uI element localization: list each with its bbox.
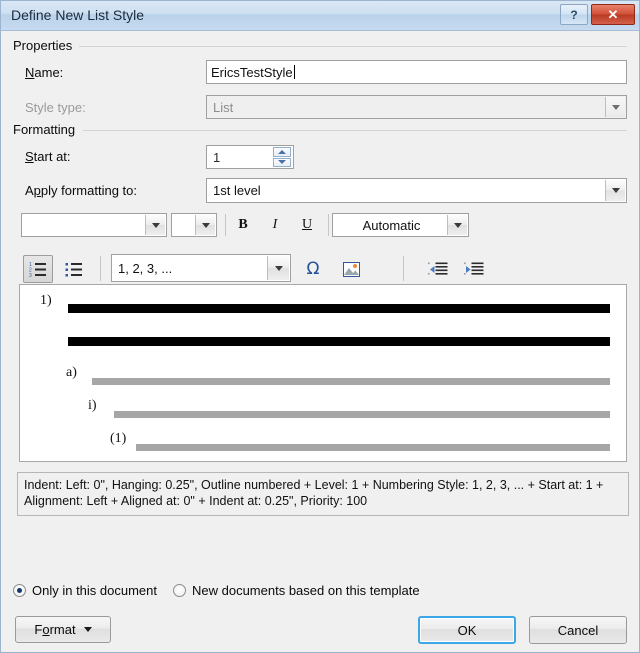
- insert-symbol-button[interactable]: Ω: [299, 255, 327, 283]
- properties-group-label: Properties: [13, 38, 79, 53]
- preview-marker-level-4: (1): [110, 431, 127, 446]
- preview-bar: [92, 378, 610, 385]
- name-input[interactable]: EricsTestStyle: [206, 60, 627, 84]
- preview-marker-level-1: 1): [40, 293, 52, 308]
- font-name-combo[interactable]: [21, 213, 167, 237]
- start-at-value: 1: [213, 149, 221, 165]
- bulleted-list-icon: [65, 263, 82, 277]
- style-type-label: Style type:: [25, 100, 86, 115]
- chevron-down-icon[interactable]: [605, 180, 625, 201]
- spinner-buttons[interactable]: [273, 147, 291, 167]
- formatting-group-label: Formatting: [13, 122, 82, 137]
- bulleted-list-button[interactable]: [59, 255, 89, 283]
- style-description: Indent: Left: 0", Hanging: 0.25", Outlin…: [17, 472, 629, 516]
- apply-label-a: A: [25, 183, 34, 198]
- numbered-list-button[interactable]: 1 2 3: [23, 255, 53, 283]
- underline-button[interactable]: U: [293, 213, 321, 237]
- apply-label-rest: ply formatting to:: [40, 183, 138, 198]
- name-input-value: EricsTestStyle: [211, 64, 293, 80]
- format-button-f: F: [34, 622, 43, 637]
- apply-formatting-to-combo[interactable]: 1st level: [206, 178, 627, 203]
- svg-text:3: 3: [29, 273, 32, 277]
- name-label-rest: ame:: [34, 65, 64, 80]
- toolbar-separator: [403, 256, 404, 281]
- format-button-rest: rmat: [49, 622, 76, 637]
- style-type-combo: List: [206, 95, 627, 119]
- ok-button[interactable]: OK: [418, 616, 516, 644]
- font-size-combo[interactable]: [171, 213, 217, 237]
- format-button-accel: o: [42, 622, 50, 637]
- preview-bar: [136, 444, 610, 451]
- window-controls: ? ✕: [560, 4, 635, 25]
- chevron-down-icon[interactable]: [145, 215, 165, 235]
- bold-button[interactable]: B: [229, 213, 257, 237]
- title-bar: Define New List Style ? ✕: [1, 1, 639, 31]
- text-caret: [293, 65, 295, 79]
- window-title: Define New List Style: [11, 7, 145, 23]
- apply-formatting-to-value: 1st level: [213, 183, 261, 198]
- define-new-list-style-dialog: Define New List Style ? ✕ Properties Nam…: [0, 0, 640, 653]
- start-at-label-accel: S: [25, 149, 34, 164]
- number-style-combo[interactable]: 1, 2, 3, ...: [111, 254, 291, 282]
- help-button[interactable]: ?: [560, 4, 588, 25]
- close-button[interactable]: ✕: [591, 4, 635, 25]
- number-style-value: 1, 2, 3, ...: [118, 260, 173, 276]
- decrease-indent-icon: [428, 262, 448, 275]
- chevron-down-icon: [605, 97, 625, 117]
- cancel-button[interactable]: Cancel: [529, 616, 627, 644]
- properties-group-divider: [79, 46, 627, 47]
- apply-label-accel: p: [33, 183, 41, 198]
- radio-new-documents[interactable]: New documents based on this template: [173, 583, 420, 598]
- name-label: Name:: [25, 65, 63, 80]
- toolbar-separator: [100, 256, 101, 281]
- spinner-up-icon[interactable]: [273, 147, 291, 157]
- dialog-body: Properties Name: EricsTestStyle Style ty…: [1, 32, 639, 652]
- insert-picture-button[interactable]: [337, 255, 365, 283]
- chevron-down-icon: [83, 627, 92, 632]
- style-type-value: List: [213, 99, 234, 115]
- font-color-value: Automatic: [362, 217, 421, 233]
- start-at-spinner[interactable]: 1: [206, 145, 294, 169]
- chevron-down-icon[interactable]: [195, 215, 215, 235]
- radio-only-this-document[interactable]: Only in this document: [13, 583, 157, 598]
- formatting-group-divider: [83, 130, 627, 131]
- font-color-combo[interactable]: Automatic: [332, 213, 469, 237]
- start-at-label: Start at:: [25, 149, 71, 164]
- preview-bar: [114, 411, 610, 418]
- name-label-accel: N: [25, 65, 35, 80]
- toolbar-separator: [328, 214, 329, 236]
- decrease-indent-button[interactable]: [423, 255, 453, 283]
- start-at-label-rest: tart at:: [33, 149, 71, 164]
- numbered-list-icon: 1 2 3: [29, 262, 46, 277]
- chevron-down-icon[interactable]: [447, 215, 467, 235]
- preview-marker-level-2: a): [66, 365, 77, 380]
- preview-bar: [68, 304, 610, 313]
- chevron-down-icon[interactable]: [267, 256, 289, 280]
- format-button[interactable]: Fo rmat: [15, 616, 111, 643]
- preview-bar: [68, 337, 610, 346]
- preview-marker-level-3: i): [88, 398, 97, 413]
- toolbar-separator: [225, 214, 226, 236]
- picture-icon: [342, 261, 360, 277]
- radio-icon-selected[interactable]: [13, 584, 26, 597]
- spinner-down-icon[interactable]: [273, 157, 291, 167]
- list-preview: 1) a) i) (1): [19, 284, 627, 462]
- radio-only-this-document-label: Only in this document: [32, 583, 158, 598]
- apply-formatting-to-label: Apply formatting to:: [25, 183, 137, 198]
- increase-indent-button[interactable]: [459, 255, 489, 283]
- italic-button[interactable]: I: [261, 213, 289, 237]
- radio-icon-unselected[interactable]: [173, 584, 186, 597]
- radio-new-documents-label: New documents based on this template: [192, 583, 420, 598]
- increase-indent-icon: [464, 262, 484, 275]
